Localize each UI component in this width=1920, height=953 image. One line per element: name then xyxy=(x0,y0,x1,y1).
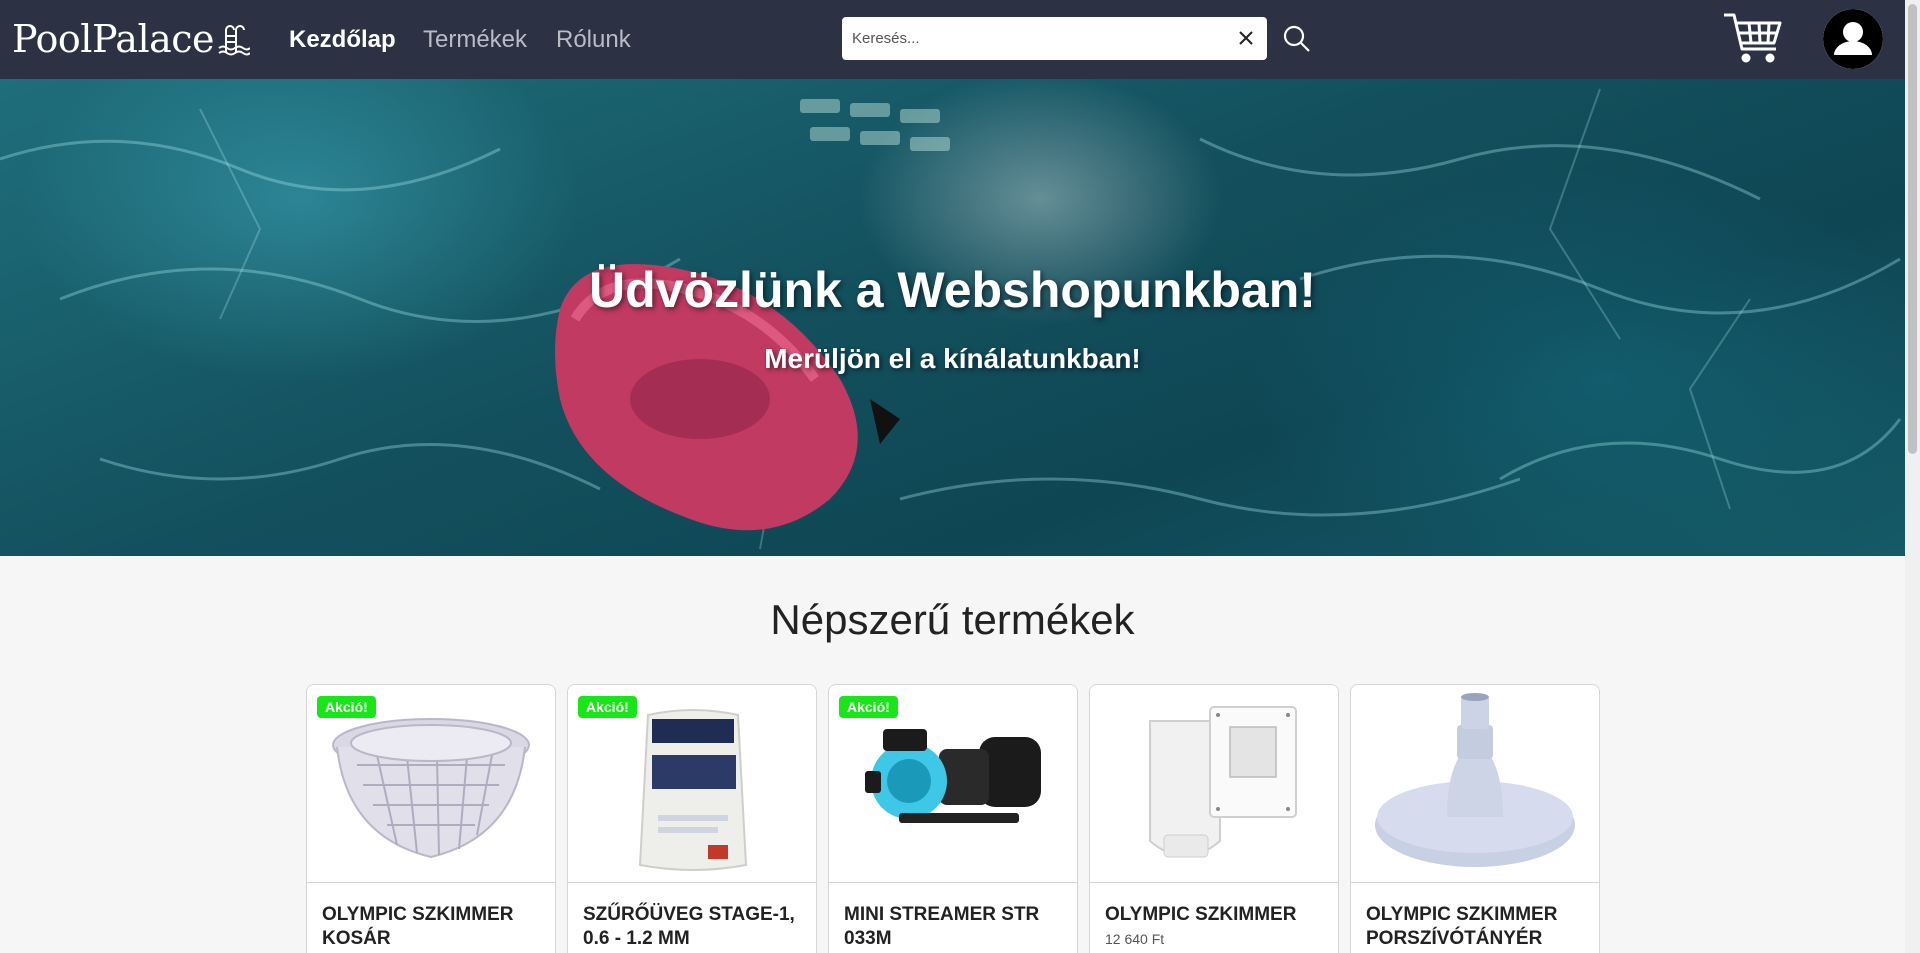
product-image[interactable]: Akció! xyxy=(568,685,816,883)
hero-title: Üdvözlünk a Webshopunkban! xyxy=(589,262,1316,318)
product-card[interactable]: Akció! Olympic Szkimmer Kosár xyxy=(306,684,556,953)
cart-icon[interactable] xyxy=(1722,11,1784,67)
nav-link-about[interactable]: Rólunk xyxy=(556,26,631,54)
product-card[interactable]: Olympic Szkimmer Porszívótányér xyxy=(1350,684,1600,953)
hero-subtitle: Merüljön el a kínálatunkban! xyxy=(764,343,1141,374)
page-scrollbar[interactable] xyxy=(1905,0,1920,953)
sale-badge: Akció! xyxy=(317,696,376,718)
product-name[interactable]: Olympic Szkimmer Kosár xyxy=(322,903,547,951)
pool-ladder-icon xyxy=(218,25,251,56)
product-card[interactable]: Olympic Szkimmer 12 640 Ft xyxy=(1089,684,1339,953)
product-image[interactable] xyxy=(1090,685,1338,883)
hero-banner: Üdvözlünk a Webshopunkban! Merüljön el a… xyxy=(0,79,1905,556)
product-card[interactable]: Akció! Mini Streamer STR 033M xyxy=(828,684,1078,953)
vacuum-plate-icon xyxy=(1375,693,1575,867)
nav-link-home[interactable]: Kezdőlap xyxy=(289,26,396,54)
product-name[interactable]: Mini Streamer STR 033M xyxy=(844,903,1069,951)
product-name[interactable]: Szűrőüveg Stage-1, 0.6 - 1.2 mm xyxy=(583,903,808,951)
product-image[interactable] xyxy=(1351,685,1599,883)
product-name[interactable]: Olympic Szkimmer xyxy=(1105,903,1330,927)
brand-name: PoolPalace xyxy=(12,17,215,61)
search-icon[interactable] xyxy=(1282,24,1312,54)
brand-logo[interactable]: PoolPalace xyxy=(12,16,251,62)
nav-link-products[interactable]: Termékek xyxy=(423,26,527,54)
search-input[interactable] xyxy=(852,17,1222,60)
top-navbar: PoolPalace Kezdőlap Termékek Rólunk xyxy=(0,0,1905,79)
scrollbar-thumb[interactable] xyxy=(1908,4,1917,454)
product-image[interactable]: Akció! xyxy=(829,685,1077,883)
product-card[interactable]: Akció! Szűrőüveg Stage-1, 0.6 - 1.2 mm xyxy=(567,684,817,953)
sale-badge: Akció! xyxy=(839,696,898,718)
user-avatar-icon xyxy=(1823,9,1883,69)
product-price: 12 640 Ft xyxy=(1105,931,1165,947)
sale-badge: Akció! xyxy=(578,696,637,718)
product-image[interactable]: Akció! xyxy=(307,685,555,883)
product-name[interactable]: Olympic Szkimmer Porszívótányér xyxy=(1366,903,1591,951)
popular-products-title: Népszerű termékek xyxy=(770,596,1135,643)
clear-search-icon[interactable] xyxy=(1235,27,1257,49)
skimmer-icon xyxy=(1149,706,1297,858)
search-box xyxy=(842,17,1267,60)
user-account-button[interactable] xyxy=(1823,9,1883,69)
